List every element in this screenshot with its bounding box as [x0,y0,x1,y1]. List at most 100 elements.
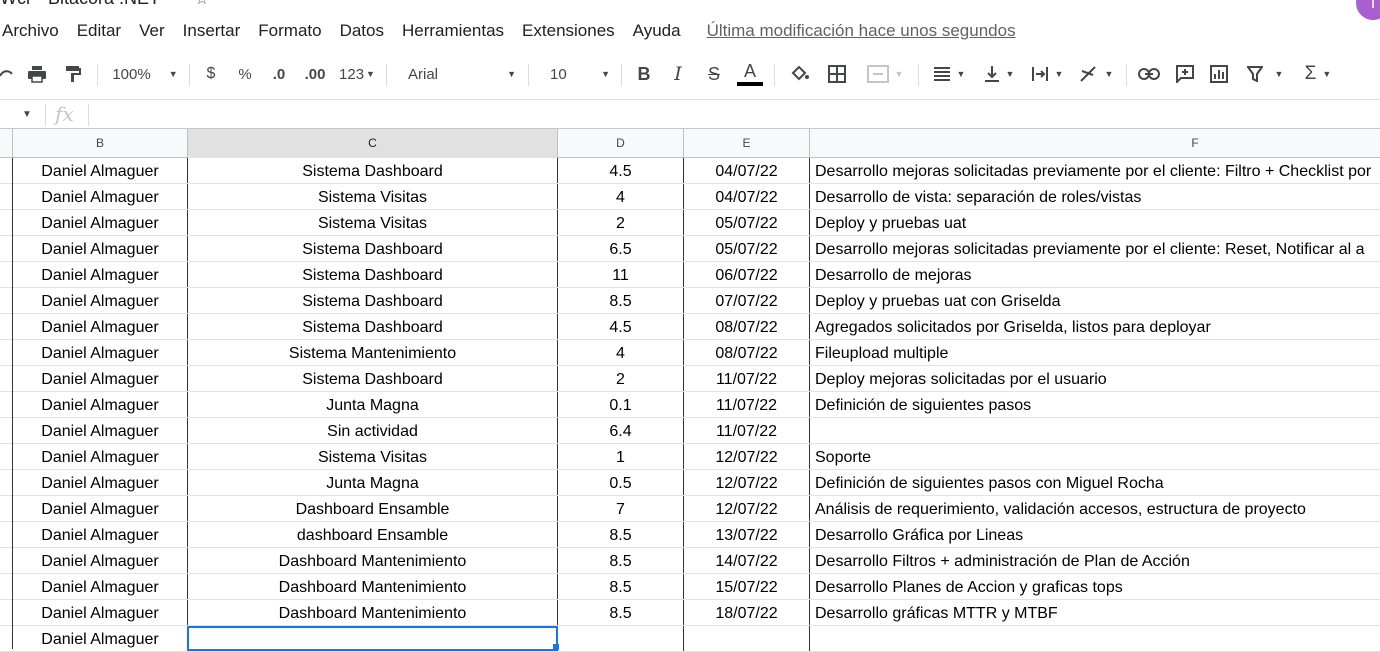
cell-d[interactable]: 2 [558,366,684,391]
font-size-select[interactable]: 10 ▼ [538,58,614,90]
cell-b[interactable]: Daniel Almaguer [13,158,188,183]
cell-d[interactable]: 0.1 [558,392,684,417]
cell-f[interactable]: Agregados solicitados por Griselda, list… [810,314,1380,339]
cell-d[interactable]: 1 [558,444,684,469]
cell-c[interactable]: Dashboard Mantenimiento [188,548,558,573]
name-box-dropdown[interactable]: ▼ [22,109,32,120]
font-family-select[interactable]: Arial ▼ [396,58,522,90]
more-formats-button[interactable]: 123 ▼ [336,58,378,90]
italic-button[interactable]: I [666,58,690,90]
filter-icon[interactable]: ▼ [1240,58,1290,90]
cell-d[interactable]: 6.5 [558,236,684,261]
cell-c[interactable]: Sistema Visitas [188,444,558,469]
cell-f[interactable]: Análisis de requerimiento, validación ac… [810,496,1380,521]
cell-b[interactable]: Daniel Almaguer [13,522,188,547]
cell-e[interactable]: 12/07/22 [684,470,810,495]
cell-f[interactable]: Desarrollo mejoras solicitadas previamen… [810,236,1380,261]
zoom-select[interactable]: 100% ▼ [108,58,182,90]
cell-d[interactable]: 7 [558,496,684,521]
cell-b[interactable]: Daniel Almaguer [13,470,188,495]
cell-c[interactable]: Sistema Visitas [188,210,558,235]
bold-button[interactable]: B [632,58,656,90]
cell-b[interactable]: Daniel Almaguer [13,548,188,573]
menu-editar[interactable]: Editar [68,21,130,41]
column-header-f[interactable]: F [810,129,1380,158]
cell-f[interactable]: Soporte [810,444,1380,469]
cell-e[interactable]: 05/07/22 [684,236,810,261]
cell-b[interactable]: Daniel Almaguer [13,288,188,313]
cell-c[interactable]: dashboard Ensamble [188,522,558,547]
insert-chart-icon[interactable] [1206,58,1232,90]
active-cell-selection[interactable] [187,626,558,651]
text-rotation-icon[interactable]: ▼ [1074,58,1118,90]
star-icon[interactable]: ☆ [195,0,209,8]
cell-d[interactable]: 8.5 [558,600,684,625]
cell-e[interactable]: 18/07/22 [684,600,810,625]
menu-herramientas[interactable]: Herramientas [393,21,513,41]
decrease-decimals-button[interactable]: .0 [266,58,292,90]
cell-b[interactable]: Daniel Almaguer [13,366,188,391]
cell-c[interactable]: Sistema Visitas [188,184,558,209]
cell-d[interactable]: 0.5 [558,470,684,495]
cell-e[interactable]: 12/07/22 [684,496,810,521]
cell-c[interactable]: Sistema Dashboard [188,314,558,339]
cell-d[interactable]: 8.5 [558,574,684,599]
cell-f[interactable] [810,626,1380,651]
cell-b[interactable]: Daniel Almaguer [13,496,188,521]
cell-c[interactable]: Dashboard Ensamble [188,496,558,521]
cell-f[interactable]: Desarrollo Gráfica por Lineas [810,522,1380,547]
column-header-e[interactable]: E [684,129,810,158]
column-header-d[interactable]: D [558,129,684,158]
cell-e[interactable]: 11/07/22 [684,366,810,391]
borders-icon[interactable] [824,58,850,90]
menu-extensiones[interactable]: Extensiones [513,21,624,41]
cell-d[interactable]: 6.4 [558,418,684,443]
cell-f[interactable]: Deploy y pruebas uat [810,210,1380,235]
cell-e[interactable]: 06/07/22 [684,262,810,287]
cell-f[interactable]: Deploy y pruebas uat con Griselda [810,288,1380,313]
cell-d[interactable]: 4 [558,340,684,365]
cell-d[interactable] [558,626,684,651]
cell-b[interactable]: Daniel Almaguer [13,184,188,209]
cell-b[interactable]: Daniel Almaguer [13,418,188,443]
cell-c[interactable]: Sistema Dashboard [188,262,558,287]
strikethrough-button[interactable]: S [702,58,726,90]
cell-e[interactable]: 11/07/22 [684,418,810,443]
percent-button[interactable]: % [234,58,256,90]
fill-handle[interactable] [553,644,559,650]
cell-c[interactable]: Sistema Dashboard [188,236,558,261]
column-header-b[interactable]: B [13,129,188,158]
column-header-a-stub[interactable] [0,129,13,158]
cell-f[interactable]: Deploy mejoras solicitadas por el usuari… [810,366,1380,391]
cell-f[interactable] [810,418,1380,443]
spreadsheet-grid[interactable]: B C D E F Daniel Almaguer Sistema Dashboa… [0,128,1380,652]
horizontal-align-icon[interactable]: ▼ [928,58,970,90]
cell-f[interactable]: Definición de siguientes pasos con Migue… [810,470,1380,495]
cell-e[interactable]: 04/07/22 [684,184,810,209]
cell-e[interactable]: 07/07/22 [684,288,810,313]
print-icon[interactable] [24,58,50,90]
menu-archivo[interactable]: Archivo [0,21,68,41]
cell-f[interactable]: Desarrollo Filtros + administración de P… [810,548,1380,573]
cell-e[interactable]: 11/07/22 [684,392,810,417]
document-title-text[interactable]: Wcr - Bitácora .NET [0,0,160,8]
menu-datos[interactable]: Datos [331,21,393,41]
cell-d[interactable]: 8.5 [558,288,684,313]
increase-decimals-button[interactable]: .00 [300,58,330,90]
document-title[interactable]: Wcr - Bitácora .NET ☆ [0,0,209,8]
cell-c[interactable]: Sistema Mantenimiento [188,340,558,365]
merge-cells-icon[interactable]: ▼ [860,58,910,90]
cell-c[interactable]: Dashboard Mantenimiento [188,574,558,599]
cell-f[interactable]: Desarrollo de mejoras [810,262,1380,287]
cell-c[interactable]: Sistema Dashboard [188,288,558,313]
cell-b[interactable]: Daniel Almaguer [13,600,188,625]
cell-e[interactable]: 04/07/22 [684,158,810,183]
menu-insertar[interactable]: Insertar [174,21,250,41]
cell-d[interactable]: 8.5 [558,548,684,573]
avatar[interactable]: i [1356,0,1380,20]
cell-b[interactable]: Daniel Almaguer [13,574,188,599]
cell-f[interactable]: Fileupload multiple [810,340,1380,365]
insert-link-icon[interactable] [1136,58,1162,90]
cell-e[interactable]: 08/07/22 [684,314,810,339]
cell-f[interactable]: Desarrollo de vista: separación de roles… [810,184,1380,209]
